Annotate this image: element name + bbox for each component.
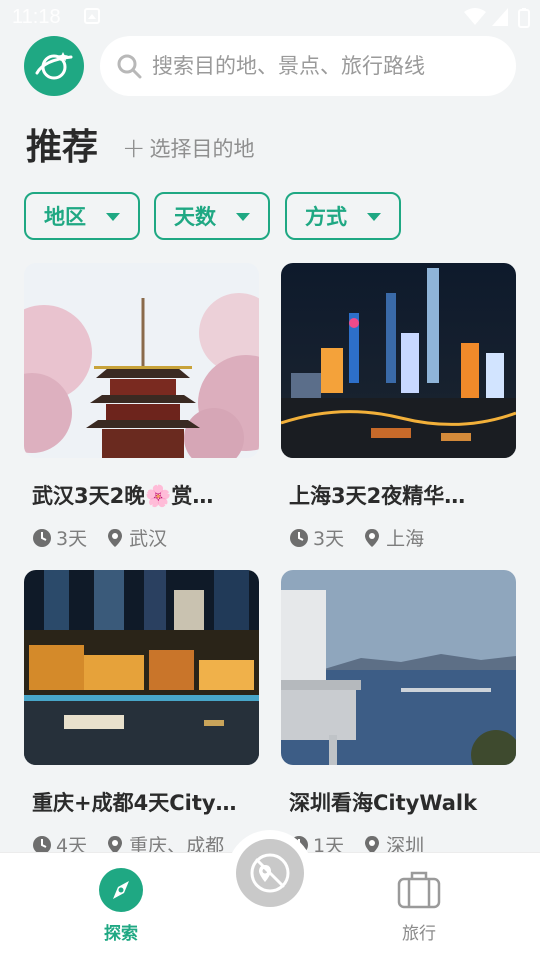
trip-card[interactable]: 武汉3天2晚🌸赏… 3天 武汉 [24,263,259,551]
filter-mode[interactable]: 方式 [285,192,401,240]
nav-explore-label: 探索 [104,924,138,944]
app-logo[interactable] [24,36,84,96]
nav-explore[interactable]: 探索 [81,867,161,944]
plus-icon: + [122,131,146,164]
trip-card-title: 深圳看海CityWalk [289,791,478,815]
wifi-icon [464,8,486,25]
status-bar: 11:18 [0,0,540,36]
trip-card-meta: 3天 武汉 [32,524,259,551]
clock-icon [33,528,51,547]
trip-card-image [24,570,259,765]
trip-card[interactable]: 深圳看海CityWalk 1天 深圳 [281,570,516,858]
caret-down-icon [236,213,250,221]
compass-icon [99,868,143,912]
trip-card-image [281,570,516,765]
filter-region[interactable]: 地区 [24,192,140,240]
app-screen: 11:18 推荐 + 选择目的地 [0,0,540,960]
signal-icon [492,8,508,26]
notification-icon [84,8,100,24]
suitcase-icon [397,871,441,909]
nav-travel[interactable]: 旅行 [379,867,459,944]
trip-card-title: 武汉3天2晚🌸赏… [32,484,214,508]
choose-destination-button[interactable]: + 选择目的地 [122,133,254,163]
trip-card-image [281,263,516,458]
search-icon [117,54,142,79]
trip-card-title: 重庆+成都4天City… [32,791,237,815]
trip-card-image [24,263,259,458]
status-time: 11:18 [12,6,61,28]
trip-card-meta: 3天 上海 [289,524,516,551]
map-fab-button[interactable] [236,839,304,907]
filter-days-label: 天数 [174,205,216,229]
choose-destination-label: 选择目的地 [149,137,255,161]
caret-down-icon [367,213,381,221]
trip-location: 武汉 [129,528,168,550]
trip-location: 上海 [386,528,425,550]
nav-travel-label: 旅行 [402,924,436,944]
trip-card-title: 上海3天2夜精华… [289,484,466,508]
search-input[interactable] [152,54,492,78]
battery-icon [518,8,530,28]
trip-card[interactable]: 上海3天2夜精华… 3天 上海 [281,263,516,551]
trip-days: 3天 [56,528,88,550]
planet-icon [35,52,73,80]
caret-down-icon [106,213,120,221]
filter-region-label: 地区 [44,205,86,229]
trip-days: 3天 [313,528,345,550]
location-pin-icon [108,528,123,547]
trip-card[interactable]: 重庆+成都4天City… 4天 重庆、成都 [24,570,259,858]
clock-icon [290,528,308,547]
search-bar[interactable] [100,36,516,96]
location-pin-icon [365,528,380,547]
page-title: 推荐 [26,127,99,168]
map-pin-icon [250,853,290,893]
filter-mode-label: 方式 [305,205,347,229]
filter-days[interactable]: 天数 [154,192,270,240]
